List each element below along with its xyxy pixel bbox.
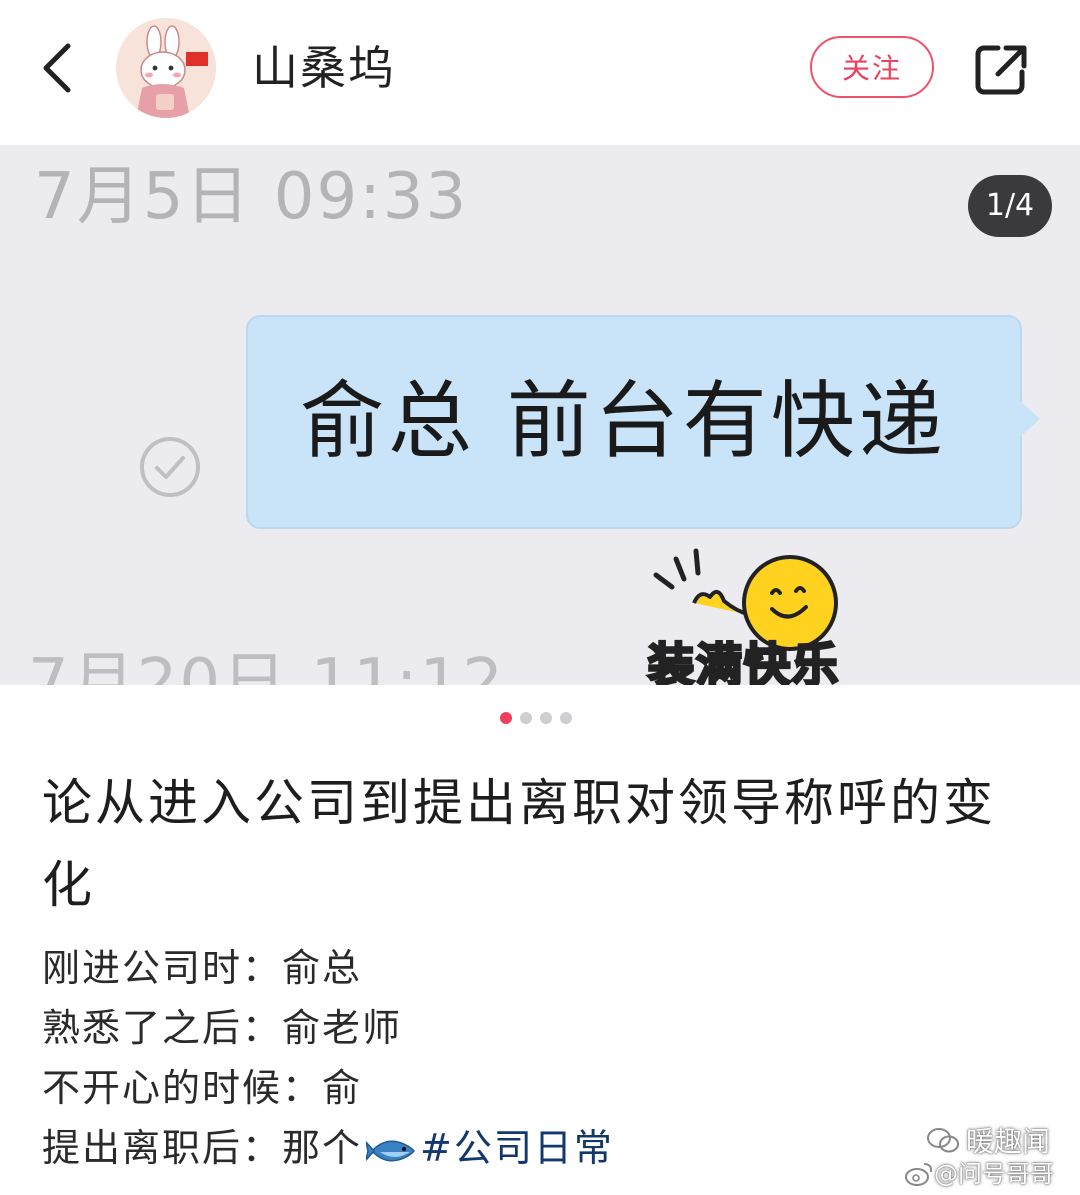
happy-sticker: 装满快乐	[640, 541, 870, 685]
chat-message-text: 俞总 前台有快递	[300, 372, 947, 470]
chat-timestamp-next: 7月20日 11:12	[28, 646, 505, 685]
hashtag-link[interactable]: #公司日常	[420, 1126, 614, 1170]
post-body: 刚进公司时：俞总 熟悉了之后：俞老师 不开心的时候：俞 提出离职后：那个 #公司…	[42, 938, 1042, 1178]
carousel-dot[interactable]	[540, 712, 552, 724]
fish-emoji-icon	[366, 1139, 415, 1162]
wechat-icon	[927, 1128, 959, 1153]
post-line: 不开心的时候：俞	[42, 1066, 363, 1110]
share-external-icon	[975, 45, 1027, 95]
post-line-text: 提出离职后：那个	[42, 1126, 363, 1170]
post-line: 熟悉了之后：俞老师	[42, 1006, 403, 1050]
image-carousel[interactable]: 7月5日 09:33 1/4 俞总 前台有快递 装满快乐 7月20日 11:12	[0, 145, 1080, 685]
follow-button[interactable]: 关注	[810, 36, 934, 98]
read-check-icon	[138, 435, 202, 499]
back-button[interactable]	[30, 38, 90, 98]
avatar[interactable]	[116, 18, 216, 118]
page-counter-badge: 1/4	[968, 175, 1052, 237]
sticker-caption: 装满快乐	[647, 637, 840, 686]
post-header: 山桑坞 关注	[0, 0, 1080, 145]
carousel-dot[interactable]	[520, 712, 532, 724]
chat-message-bubble: 俞总 前台有快递	[246, 315, 1040, 529]
share-button[interactable]	[972, 40, 1032, 100]
author-name[interactable]: 山桑坞	[252, 40, 396, 96]
weibo-icon	[905, 1163, 933, 1186]
post-line-last: 提出离职后：那个 #公司日常	[42, 1118, 1042, 1178]
watermark: 暖趣闻 @问号哥哥	[904, 1124, 1074, 1194]
bunny-avatar-icon	[116, 18, 216, 118]
watermark-source: 暖趣闻	[966, 1125, 1051, 1158]
chevron-left-icon	[43, 43, 71, 93]
post-title: 论从进入公司到提出离职对领导称呼的变化	[42, 774, 996, 914]
carousel-dot[interactable]	[560, 712, 572, 724]
chat-timestamp: 7月5日 09:33	[34, 160, 469, 234]
bubble-tail	[1020, 401, 1040, 437]
carousel-dot-active[interactable]	[500, 712, 512, 724]
post-line: 刚进公司时：俞总	[42, 946, 363, 990]
watermark-author: @问号哥哥	[934, 1160, 1054, 1188]
